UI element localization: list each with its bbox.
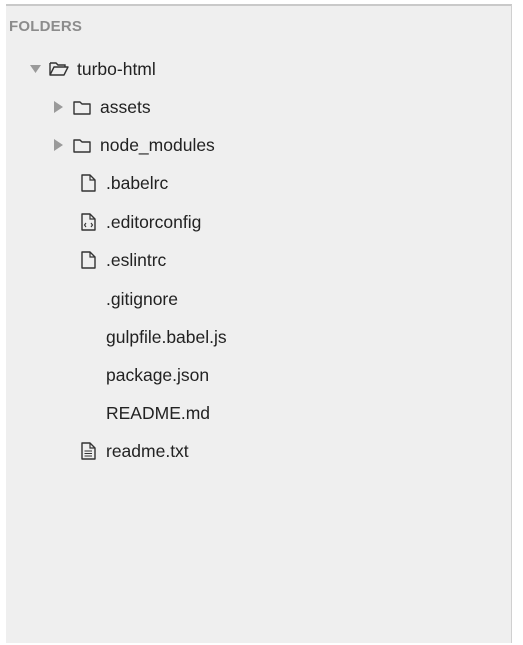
- tree-item-node-modules[interactable]: node_modules: [6, 130, 523, 160]
- tree-item-assets[interactable]: assets: [6, 92, 523, 122]
- tree-item-label: assets: [100, 96, 151, 117]
- folder-open-icon: [49, 59, 69, 79]
- folders-header: FOLDERS: [9, 18, 83, 35]
- tree-item-label: .babelrc: [106, 172, 169, 193]
- tree-item-label: node_modules: [100, 134, 215, 155]
- tree-root-label: turbo-html: [77, 58, 156, 79]
- tree-item-label: .gitignore: [106, 288, 178, 309]
- folders-sidebar: FOLDERS turbo-html assets node_modules .…: [6, 4, 512, 643]
- tree-item-label: readme.txt: [106, 440, 189, 461]
- expanded-arrow-icon[interactable]: [29, 62, 41, 76]
- file-icon: [78, 173, 98, 193]
- folder-icon: [72, 97, 92, 117]
- tree-item-readme-md[interactable]: README.md: [6, 398, 523, 428]
- tree-item-babelrc[interactable]: .babelrc: [6, 168, 523, 198]
- tree-item-readme-txt[interactable]: readme.txt: [6, 436, 523, 466]
- folder-icon: [72, 135, 92, 155]
- tree-item-gulpfile[interactable]: gulpfile.babel.js: [6, 322, 523, 352]
- tree-root-turbo-html[interactable]: turbo-html: [6, 54, 523, 84]
- tree-item-label: README.md: [106, 402, 211, 423]
- tree-item-package-json[interactable]: package.json: [6, 360, 523, 390]
- tree-item-gitignore[interactable]: .gitignore: [6, 284, 523, 314]
- collapsed-arrow-icon[interactable]: [52, 100, 64, 114]
- tree-item-label: package.json: [106, 364, 210, 385]
- code-file-icon: [78, 212, 98, 232]
- tree-item-label: .eslintrc: [106, 249, 167, 270]
- text-file-icon: [78, 441, 98, 461]
- tree-item-label: gulpfile.babel.js: [106, 326, 227, 347]
- tree-item-eslintrc[interactable]: .eslintrc: [6, 245, 523, 275]
- tree-item-editorconfig[interactable]: .editorconfig: [6, 207, 523, 237]
- tree-item-label: .editorconfig: [106, 211, 202, 232]
- file-icon: [78, 250, 98, 270]
- collapsed-arrow-icon[interactable]: [52, 138, 64, 152]
